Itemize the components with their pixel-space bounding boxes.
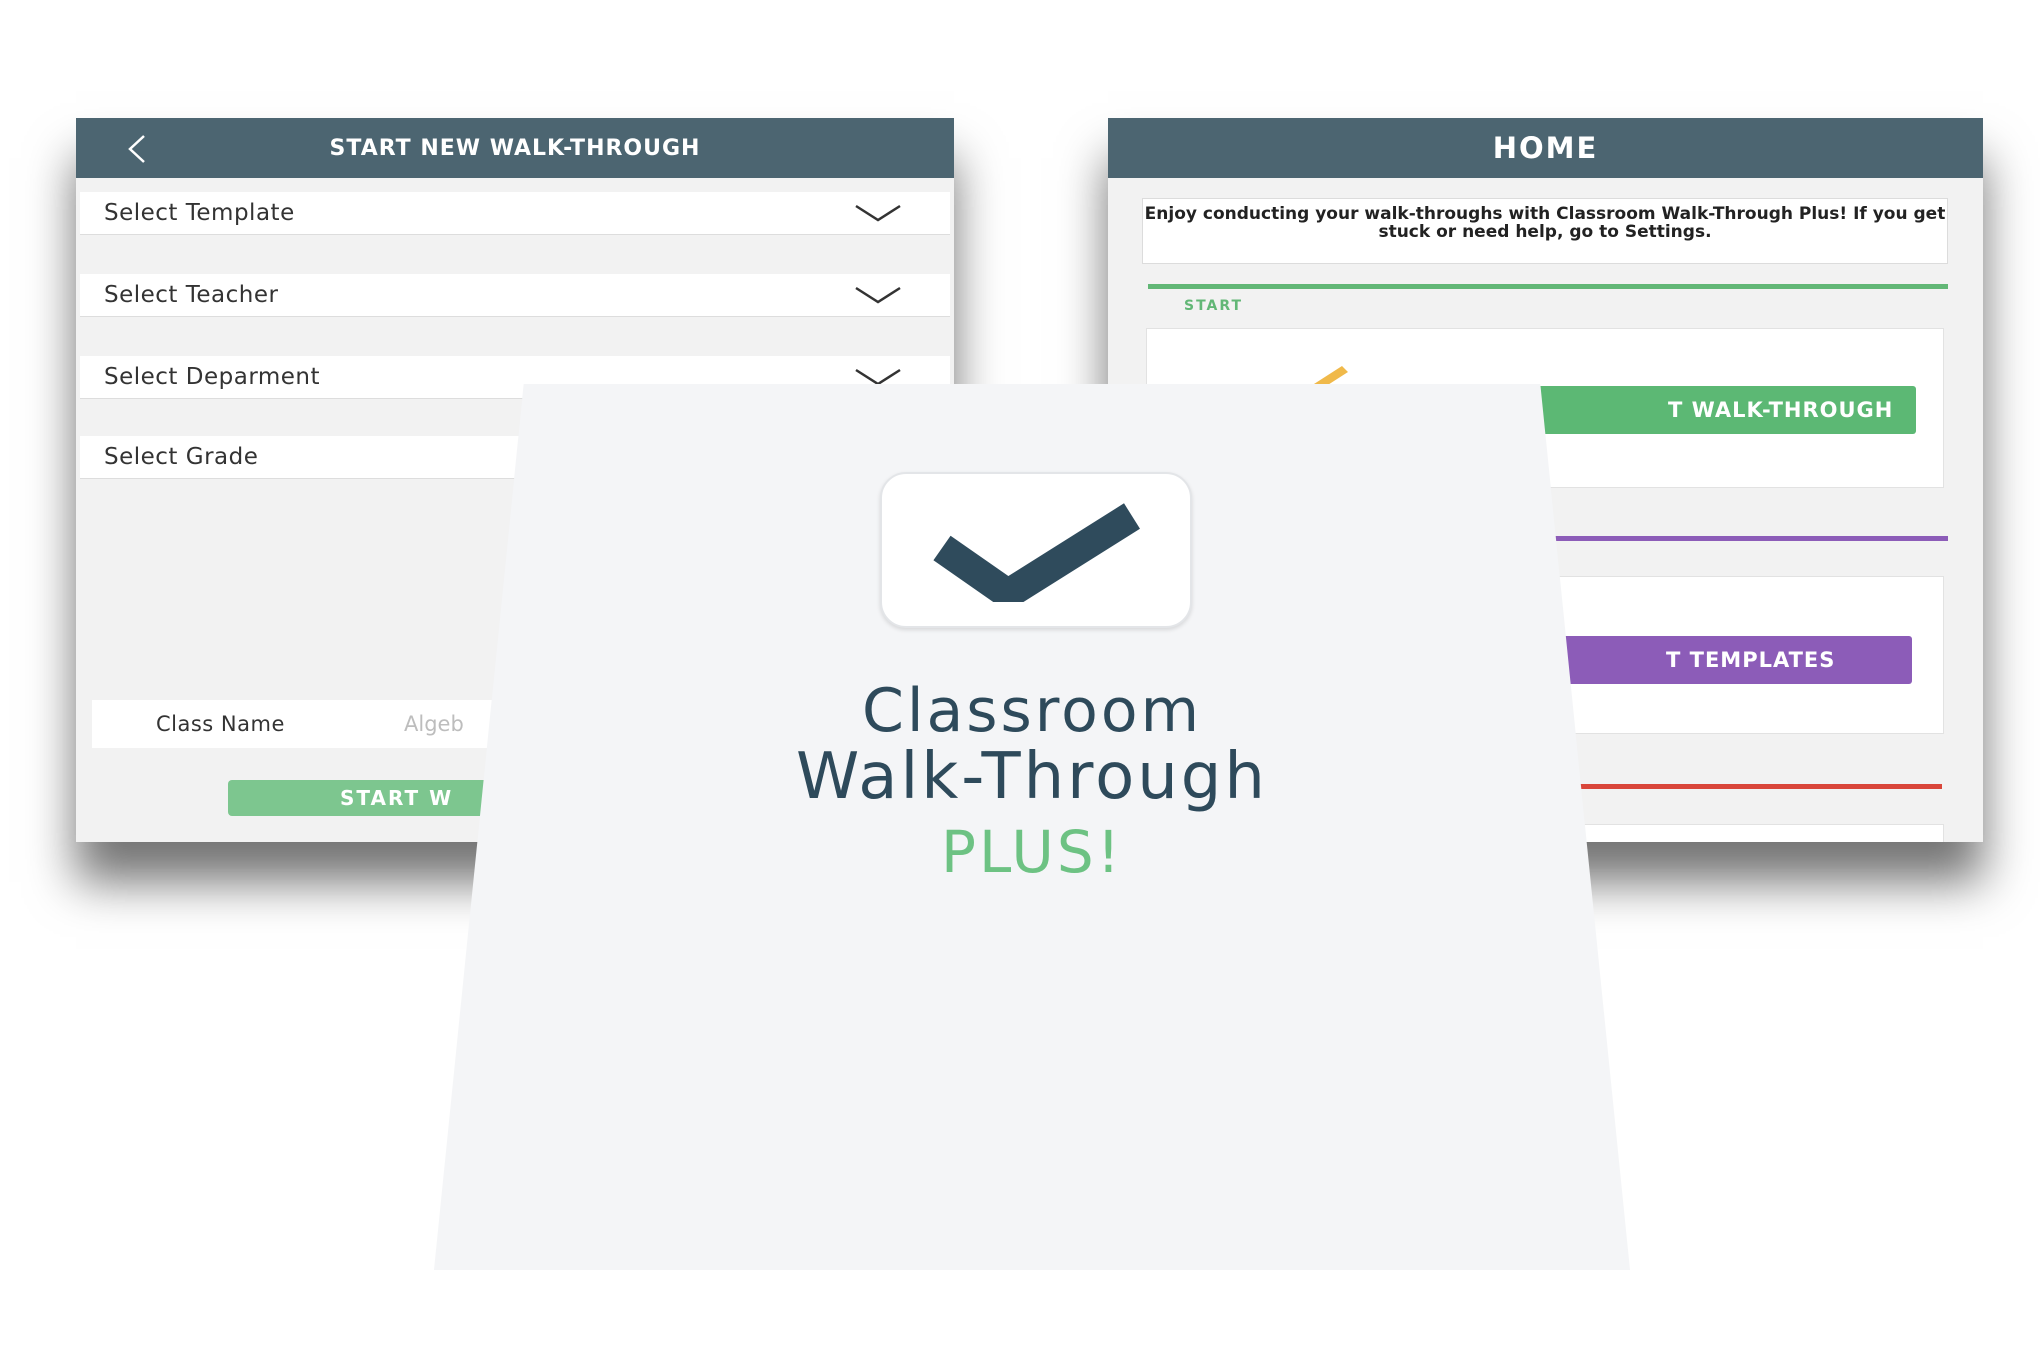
page-title: START NEW WALK-THROUGH — [329, 135, 701, 161]
class-name-label: Class Name — [156, 712, 285, 736]
select-grade-label: Select Grade — [104, 444, 259, 470]
app-title-line2: Walk-Through — [796, 740, 1268, 814]
checkmark-icon — [933, 503, 1140, 602]
home-title: HOME — [1492, 131, 1599, 165]
select-teacher-dropdown[interactable]: Select Teacher — [80, 274, 950, 317]
app-title-plus: PLUS! — [941, 818, 1123, 886]
select-template-dropdown[interactable]: Select Template — [80, 192, 950, 235]
start-section-divider — [1148, 284, 1948, 289]
app-logo — [880, 472, 1192, 628]
select-teacher-label: Select Teacher — [104, 282, 279, 308]
select-template-label: Select Template — [104, 200, 295, 226]
start-walkthrough-header: START NEW WALK-THROUGH — [76, 118, 954, 178]
welcome-message: Enjoy conducting your walk-throughs with… — [1142, 198, 1948, 264]
start-walkthrough-button[interactable]: T WALK-THROUGH — [1528, 386, 1916, 434]
back-arrow-icon[interactable] — [124, 134, 154, 164]
start-section-label: START — [1184, 298, 1244, 314]
app-title-line1: Classroom — [861, 676, 1203, 746]
home-header: HOME — [1108, 118, 1983, 178]
select-department-label: Select Deparment — [104, 364, 321, 390]
chevron-down-icon — [855, 204, 901, 222]
chevron-down-icon — [855, 286, 901, 304]
